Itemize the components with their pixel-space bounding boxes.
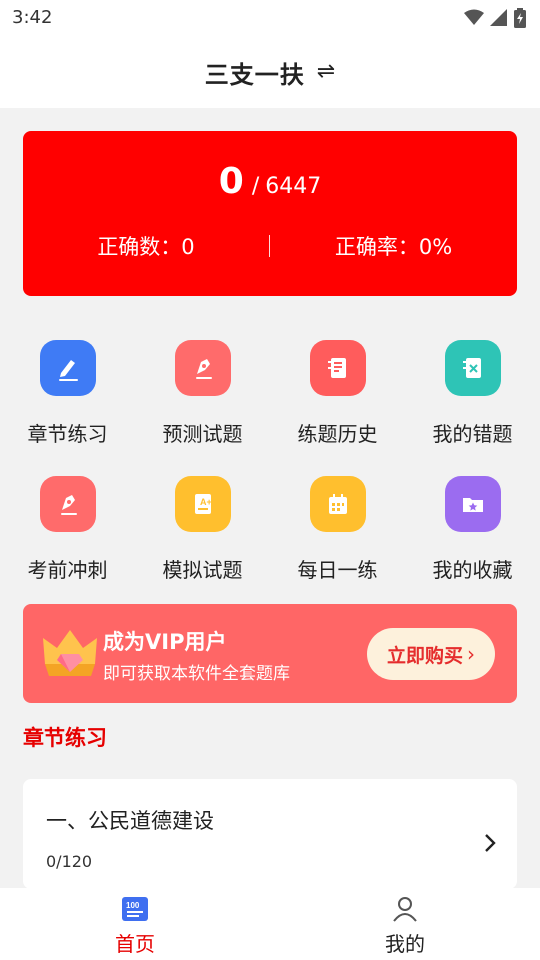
page-title: 三支一扶: [204, 60, 305, 89]
exam-paper-icon: A+: [175, 476, 231, 532]
status-time: 3:42: [12, 7, 53, 28]
user-icon: [393, 897, 417, 922]
buy-now-label: 立即购买: [386, 644, 463, 667]
bottom-tab-bar: 100 首页 我的: [0, 888, 540, 960]
chapter-name: 一、公民道德建设: [46, 809, 214, 833]
chevron-right-icon: ›: [467, 642, 475, 666]
feature-label: 每日一练: [297, 558, 378, 582]
tab-label: 我的: [385, 932, 425, 956]
tab-mine[interactable]: 我的: [270, 888, 540, 960]
chapter-card[interactable]: 一、公民道德建设 0/120: [23, 779, 517, 889]
answered-count: 0: [218, 161, 244, 202]
score-card: 0 /6447 正确数：0 正确率：0%: [23, 131, 517, 296]
score-summary: 0 /6447: [23, 161, 517, 202]
switch-subject-icon[interactable]: ⇌: [317, 61, 335, 83]
star-folder-icon: [445, 476, 501, 532]
svg-text:A+: A+: [200, 497, 212, 507]
feature-final-sprint[interactable]: 考前冲刺: [0, 476, 135, 596]
correct-rate: 正确率：0%: [334, 235, 453, 259]
score-separator: /: [251, 174, 260, 199]
feature-label: 我的收藏: [432, 558, 513, 582]
signal-icon: [490, 9, 507, 26]
vip-banner[interactable]: 成为VIP用户 即可获取本软件全套题库 立即购买 ›: [23, 604, 517, 703]
battery-icon: [514, 8, 526, 28]
pen-edit-icon: [40, 340, 96, 396]
feature-favorites[interactable]: 我的收藏: [405, 476, 540, 596]
feature-label: 章节练习: [27, 422, 108, 446]
section-title: 章节练习: [23, 726, 107, 750]
feature-label: 练题历史: [297, 422, 378, 446]
vip-subtitle: 即可获取本软件全套题库: [103, 664, 290, 684]
feature-label: 考前冲刺: [27, 558, 108, 582]
feature-daily-practice[interactable]: 每日一练: [270, 476, 405, 596]
notebook-icon: [310, 340, 366, 396]
pen-nib-icon: [40, 476, 96, 532]
feature-predict-test[interactable]: 预测试题: [135, 340, 270, 460]
correct-count: 正确数：0: [97, 235, 195, 259]
feature-label: 预测试题: [162, 422, 243, 446]
svg-text:100: 100: [126, 901, 140, 910]
tab-home[interactable]: 100 首页: [0, 888, 270, 960]
chevron-right-icon: [485, 834, 496, 852]
feature-label: 模拟试题: [162, 558, 243, 582]
crown-diamond-icon: [43, 630, 97, 676]
buy-now-button[interactable]: 立即购买 ›: [367, 628, 495, 680]
pen-nib-icon: [175, 340, 231, 396]
home-100-icon: 100: [122, 897, 148, 921]
tab-label: 首页: [115, 932, 155, 956]
feature-wrong-questions[interactable]: 我的错题: [405, 340, 540, 460]
app-header: 三支一扶 ⇌: [0, 36, 540, 108]
feature-chapter-practice[interactable]: 章节练习: [0, 340, 135, 460]
status-icons: [464, 8, 526, 28]
feature-practice-history[interactable]: 练题历史: [270, 340, 405, 460]
calendar-icon: [310, 476, 366, 532]
chapter-progress: 0/120: [46, 852, 93, 871]
wrong-book-icon: [445, 340, 501, 396]
wifi-icon: [464, 9, 484, 25]
feature-mock-exam[interactable]: A+ 模拟试题: [135, 476, 270, 596]
vip-title: 成为VIP用户: [103, 630, 227, 654]
feature-label: 我的错题: [432, 422, 513, 446]
total-questions: 6447: [265, 174, 322, 199]
status-bar: 3:42: [0, 0, 540, 36]
